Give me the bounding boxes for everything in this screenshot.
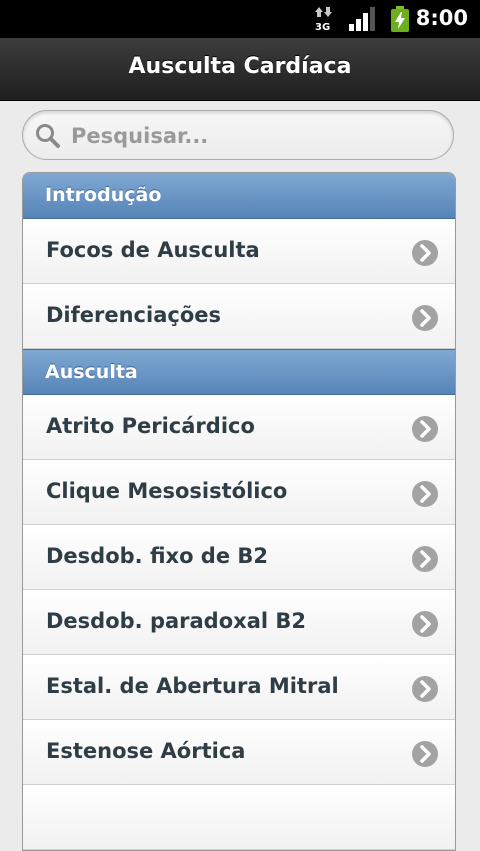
chevron-right-icon [412, 416, 438, 442]
list-item-partial[interactable] [23, 785, 455, 850]
list-item-label: Desdob. fixo de B2 [46, 544, 269, 568]
list-item-label: Estal. de Abertura Mitral [46, 674, 339, 698]
chevron-right-icon [412, 481, 438, 507]
list-item[interactable]: Clique Mesosistólico [23, 460, 455, 525]
list-item-label: Diferenciações [46, 303, 221, 327]
list-item[interactable]: Desdob. fixo de B2 [23, 525, 455, 590]
list-item[interactable]: Estal. de Abertura Mitral [23, 655, 455, 720]
list-item[interactable]: Diferenciações [23, 284, 455, 349]
section-title: Ausculta [45, 361, 138, 383]
signal-icon [349, 7, 375, 31]
section-header: Introdução [23, 173, 455, 219]
data-3g-icon: 3G [315, 7, 332, 32]
chevron-right-icon [412, 676, 438, 702]
list-item-label: Atrito Pericárdico [46, 414, 255, 438]
status-bar: 3G 8:00 [0, 0, 480, 38]
chevron-right-icon [412, 240, 438, 266]
clock: 8:00 [415, 6, 468, 30]
list-item-label: Clique Mesosistólico [46, 479, 288, 503]
chevron-right-icon [412, 611, 438, 637]
list-item-label: Focos de Ausculta [46, 238, 260, 262]
battery-charging-icon [391, 6, 409, 32]
list-item[interactable]: Focos de Ausculta [23, 219, 455, 284]
search-icon [36, 124, 60, 148]
section-title: Introdução [45, 184, 162, 206]
list-item[interactable]: Desdob. paradoxal B2 [23, 590, 455, 655]
app-header: Ausculta Cardíaca [0, 38, 480, 101]
topic-list: Introdução Focos de Ausculta Diferenciaç… [22, 172, 456, 851]
search-input[interactable] [69, 119, 443, 153]
page-title: Ausculta Cardíaca [128, 54, 352, 79]
search-bar[interactable] [22, 110, 454, 160]
list-item-label: Desdob. paradoxal B2 [46, 609, 306, 633]
svg-text:3G: 3G [315, 22, 330, 32]
list-item[interactable]: Atrito Pericárdico [23, 395, 455, 460]
section-header: Ausculta [23, 349, 455, 395]
list-item[interactable]: Estenose Aórtica [23, 720, 455, 785]
chevron-right-icon [412, 546, 438, 572]
list-item-label: Estenose Aórtica [46, 739, 246, 763]
chevron-right-icon [412, 305, 438, 331]
chevron-right-icon [412, 741, 438, 767]
